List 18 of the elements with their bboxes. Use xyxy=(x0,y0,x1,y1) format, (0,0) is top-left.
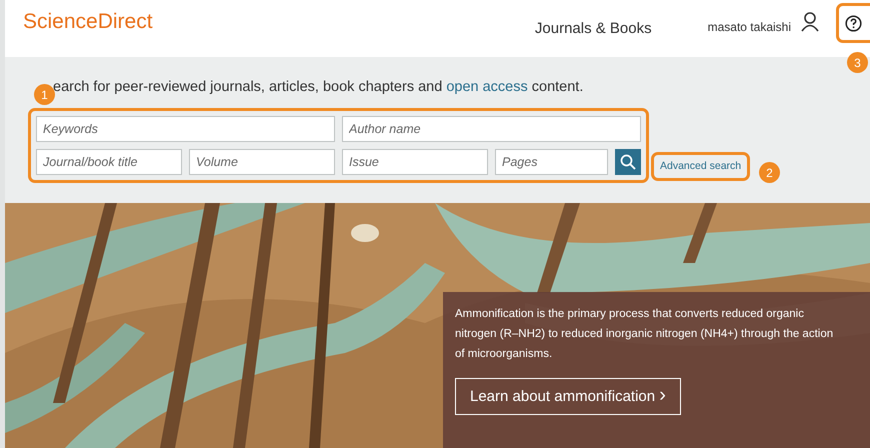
search-button[interactable] xyxy=(615,149,641,175)
caption: Ammonification is the primary process that converts reduced organic nitrogen (R–NH2) to reduced inorganic nitrogen (NH4+) through the action of microorganisms. xyxy=(455,307,834,362)
highlight-outline xyxy=(836,3,870,43)
search-field[interactable]: Issue xyxy=(342,149,488,175)
nav-link[interactable]: Journals & Books xyxy=(534,20,652,37)
search-icon xyxy=(620,154,636,170)
search-intro: earch for peer-reviewed journals, articles, book chapters and open access content. xyxy=(53,79,584,95)
help-icon[interactable] xyxy=(845,15,862,32)
person-icon[interactable] xyxy=(801,12,819,32)
open-access-link[interactable]: open access xyxy=(446,79,528,95)
user-name[interactable]: masato takaishi xyxy=(708,20,791,34)
search-field[interactable]: Journal/book title xyxy=(36,149,182,175)
learn-more-button[interactable]: Learn about ammonification › xyxy=(455,378,681,415)
advanced-search-link[interactable]: Advanced search xyxy=(660,160,742,172)
search-field[interactable]: Volume xyxy=(189,149,335,175)
search-field[interactable]: Pages xyxy=(495,149,608,175)
search-field[interactable]: Keywords xyxy=(36,116,335,142)
step-number-badge: 3 xyxy=(847,52,868,73)
